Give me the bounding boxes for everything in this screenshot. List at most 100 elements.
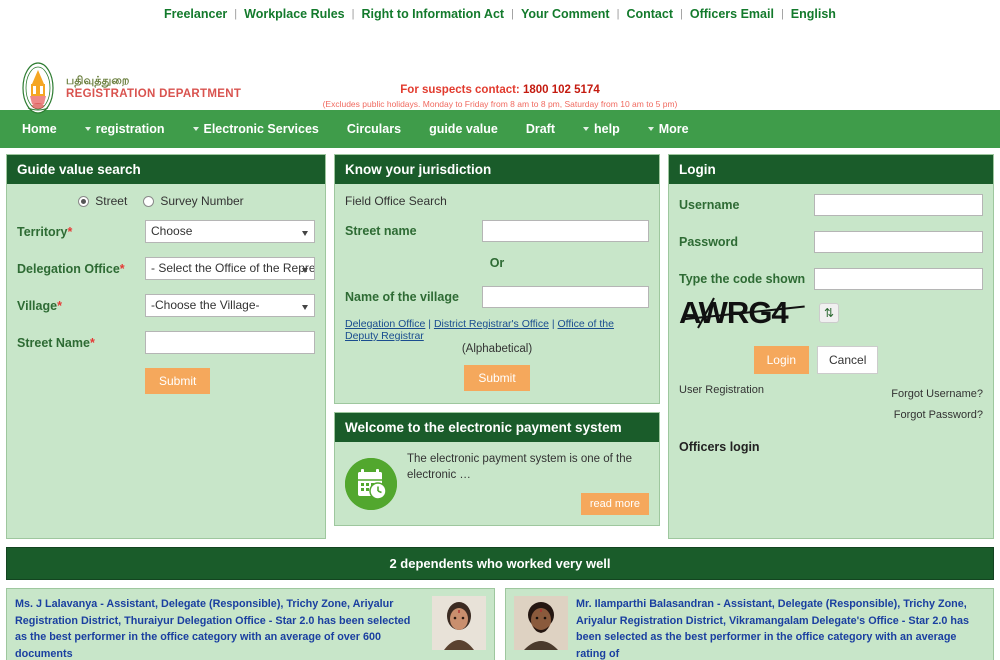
guide-value-submit-button[interactable]: Submit <box>145 368 211 394</box>
nav-label: Draft <box>525 122 556 136</box>
login-title: Login <box>669 155 993 184</box>
login-links-row: User Registration Forgot Username? Forgo… <box>679 384 983 426</box>
street-name-label: Street Name* <box>17 336 145 350</box>
jurisdiction-village-input[interactable] <box>482 286 649 308</box>
or-divider-label: Or <box>489 256 505 270</box>
password-input[interactable] <box>813 231 983 253</box>
radio-survey-number[interactable] <box>143 195 155 207</box>
password-label: Password <box>679 235 739 249</box>
village-label: Village* <box>17 299 145 313</box>
nav-item-guide-value[interactable]: guide value <box>415 122 512 136</box>
epayment-description: The electronic payment system is one of … <box>407 453 632 481</box>
chevron-down-icon <box>192 127 199 131</box>
login-body: Username Password Type the code shown AW… <box>669 184 993 466</box>
username-label: Username <box>679 198 740 212</box>
forgot-password-link[interactable]: Forgot Password? <box>894 409 983 421</box>
login-panel: Login Username Password Type the code sh… <box>668 154 994 539</box>
top-link-your-comment[interactable]: Your Comment <box>514 7 617 21</box>
jurisdiction-submit-button[interactable]: Submit <box>464 365 530 391</box>
chevron-down-icon <box>583 127 590 131</box>
performers-cards: Ms. J Lalavanya - Assistant, Delegate (R… <box>6 588 994 660</box>
top-link-officers-email[interactable]: Officers Email <box>683 7 781 21</box>
forgot-username-link[interactable]: Forgot Username? <box>891 388 983 400</box>
territory-row: Territory* Choose <box>17 220 315 243</box>
site-header: பதிவுத்துறை REGISTRATION DEPARTMENT For … <box>0 24 1000 114</box>
chevron-down-icon <box>647 127 654 131</box>
nav-item-circulars[interactable]: Circulars <box>333 122 415 136</box>
epayment-button-wrap: read more <box>407 493 649 516</box>
nav-item-more[interactable]: More <box>634 122 703 136</box>
panels-row: Guide value search Street Survey Number … <box>0 148 1000 539</box>
cancel-button[interactable]: Cancel <box>817 346 879 374</box>
contact-label: For suspects contact: <box>400 84 520 96</box>
radio-survey-number-label[interactable]: Survey Number <box>160 194 243 208</box>
nav-label: More <box>658 122 689 136</box>
captcha-image: AWRG4 <box>679 294 809 332</box>
link-district-registrar-office[interactable]: District Registrar's Office <box>434 318 549 330</box>
top-link-contact[interactable]: Contact <box>619 7 680 21</box>
nav-item-registration[interactable]: registration <box>71 122 179 136</box>
captcha-input[interactable] <box>813 268 983 290</box>
nav-label: registration <box>95 122 165 136</box>
contact-phone-number: 1800 102 5174 <box>522 84 600 96</box>
nav-label: guide value <box>429 122 498 136</box>
top-link-freelancer[interactable]: Freelancer <box>157 7 234 21</box>
jurisdiction-submit-wrap: Submit <box>345 365 649 391</box>
village-label-text: Village <box>17 298 58 313</box>
calendar-clock-icon <box>345 458 397 510</box>
username-input[interactable] <box>813 194 983 216</box>
jurisdiction-village-row: Name of the village <box>345 286 649 308</box>
street-name-input[interactable] <box>145 331 315 354</box>
link-delegation-office[interactable]: Delegation Office <box>345 318 425 330</box>
radio-street-label[interactable]: Street <box>95 194 127 208</box>
user-registration-link[interactable]: User Registration <box>679 384 764 426</box>
person-photo-icon <box>514 596 568 650</box>
password-row: Password <box>679 231 983 253</box>
delegation-office-label: Delegation Office* <box>17 262 145 276</box>
top-link-english[interactable]: English <box>784 7 843 21</box>
nav-item-draft[interactable]: Draft <box>512 122 569 136</box>
login-button[interactable]: Login <box>753 346 809 374</box>
read-more-button[interactable]: read more <box>580 493 649 516</box>
login-buttons-row: Login Cancel <box>679 346 983 374</box>
jurisdiction-street-row: Street name <box>345 220 649 242</box>
username-row: Username <box>679 194 983 216</box>
territory-select[interactable]: Choose <box>145 220 315 243</box>
guide-value-submit-wrap: Submit <box>17 368 315 394</box>
jurisdiction-panel: Know your jurisdiction Field Office Sear… <box>334 154 660 404</box>
nav-item-electronic-services[interactable]: Electronic Services <box>179 122 333 136</box>
street-name-label-text: Street Name <box>17 335 90 350</box>
top-link-workplace-rules[interactable]: Workplace Rules <box>237 7 352 21</box>
top-link-rti-act[interactable]: Right to Information Act <box>355 7 512 21</box>
jurisdiction-column: Know your jurisdiction Field Office Sear… <box>334 154 660 527</box>
person-photo-icon <box>432 596 486 650</box>
jurisdiction-street-label: Street name <box>345 224 417 238</box>
radio-street[interactable] <box>78 195 90 207</box>
captcha-display-row: AWRG4 ⇅ <box>679 294 983 332</box>
contact-main-line: For suspects contact: 1800 102 5174 <box>0 84 1000 96</box>
jurisdiction-village-label: Name of the village <box>345 290 459 304</box>
contact-info: For suspects contact: 1800 102 5174 (Exc… <box>0 84 1000 109</box>
performer-card: Ms. J Lalavanya - Assistant, Delegate (R… <box>6 588 495 660</box>
refresh-icon[interactable]: ⇅ <box>819 303 839 323</box>
required-mark: * <box>67 224 73 239</box>
main-navigation: Home registration Electronic Services Ci… <box>0 110 1000 148</box>
nav-item-help[interactable]: help <box>569 122 634 136</box>
required-mark: * <box>119 261 125 276</box>
jurisdiction-links-row: Delegation Office | District Registrar's… <box>345 318 649 342</box>
top-links-bar: Freelancer | Workplace Rules | Right to … <box>0 0 1000 24</box>
jurisdiction-street-input[interactable] <box>482 220 649 242</box>
performer-card: Mr. Ilamparthi Balasandran - Assistant, … <box>505 588 994 660</box>
village-select[interactable]: -Choose the Village- <box>145 294 315 317</box>
officers-login-link[interactable]: Officers login <box>679 440 983 454</box>
search-type-radio-group: Street Survey Number <box>17 194 315 208</box>
epayment-panel: Welcome to the electronic payment system <box>334 412 660 527</box>
delegation-office-select[interactable]: - Select the Office of the Represe <box>145 257 315 280</box>
guide-value-body: Street Survey Number Territory* Choose D… <box>7 184 325 406</box>
guide-value-title: Guide value search <box>7 155 325 184</box>
nav-item-home[interactable]: Home <box>8 122 71 136</box>
nav-label: Circulars <box>346 122 402 136</box>
login-column: Login Username Password Type the code sh… <box>668 154 994 539</box>
epayment-title: Welcome to the electronic payment system <box>335 413 659 442</box>
field-office-search-label: Field Office Search <box>345 194 447 208</box>
